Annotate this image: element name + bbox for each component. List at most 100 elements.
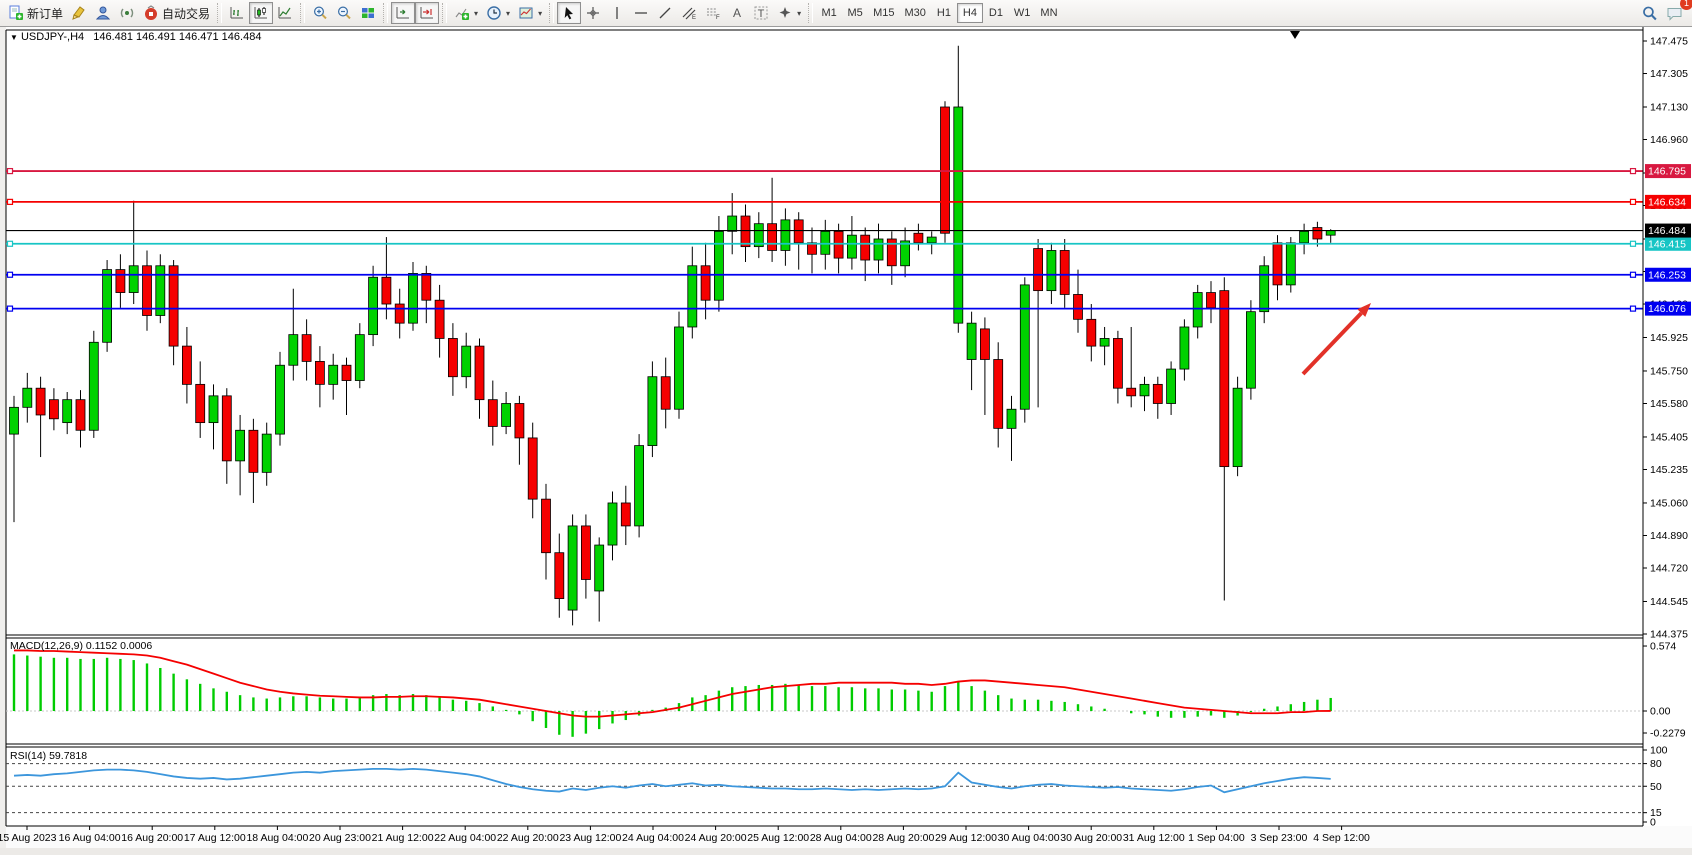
profile-button[interactable] [91, 2, 115, 24]
axis-tick-label: 15 Aug 2023 [0, 832, 57, 844]
candle-body [36, 388, 45, 415]
new-order-button[interactable]: 新订单 [4, 2, 67, 24]
search-button[interactable] [1637, 2, 1662, 24]
axis-tick-label: 100 [1650, 745, 1668, 757]
hline-handle[interactable] [8, 241, 13, 246]
chart-shift-icon [419, 5, 435, 21]
text-button[interactable]: A [725, 2, 749, 24]
axis-tick-label: 22 Aug 20:00 [497, 832, 559, 844]
candle-body [1153, 384, 1162, 403]
arrows-button[interactable]: ▾ [773, 2, 805, 24]
axis-tick-label: 31 Aug 12:00 [1123, 832, 1185, 844]
text-label-button[interactable]: T [749, 2, 773, 24]
chart-type-group [225, 0, 297, 26]
timeframe-h1[interactable]: H1 [931, 3, 957, 23]
price-label-text: 146.415 [1648, 238, 1686, 250]
toolbar-separator [383, 3, 388, 23]
vertical-line-button[interactable] [605, 2, 629, 24]
candlestick-chart-button[interactable] [249, 2, 273, 24]
candle-body [608, 503, 617, 545]
price-label-text: 146.634 [1648, 196, 1686, 208]
candle-body [116, 270, 125, 293]
arrow-objects-icon [777, 5, 793, 21]
timeframe-m1[interactable]: M1 [816, 3, 842, 23]
channel-button[interactable]: E [677, 2, 701, 24]
tile-windows-button[interactable] [356, 2, 380, 24]
svg-text:F: F [716, 15, 720, 21]
zoom-in-button[interactable] [308, 2, 332, 24]
signal-button[interactable] [115, 2, 139, 24]
crosshair-button[interactable] [581, 2, 605, 24]
candle-body [1300, 231, 1309, 242]
candle-body [714, 231, 723, 300]
chart-symbol-period: USDJPY-,H4 [21, 31, 84, 43]
bar-chart-button[interactable] [225, 2, 249, 24]
candle-body [1087, 319, 1096, 346]
line-chart-button[interactable] [273, 2, 297, 24]
timeframe-mn[interactable]: MN [1035, 3, 1062, 23]
hline-handle[interactable] [8, 306, 13, 311]
candle-body [502, 403, 511, 426]
auto-scroll-icon [395, 5, 411, 21]
timeframe-m30[interactable]: M30 [900, 3, 931, 23]
hline-handle[interactable] [1631, 199, 1636, 204]
candle-body [1034, 249, 1043, 291]
candle-body [847, 235, 856, 258]
candle-body [23, 388, 32, 407]
candle-body [1286, 243, 1295, 285]
periods-button[interactable]: ▾ [482, 2, 514, 24]
candle-body [542, 499, 551, 553]
candle-body [1007, 409, 1016, 428]
candle-body [395, 304, 404, 323]
timeframe-h4[interactable]: H4 [957, 3, 983, 23]
trendline-button[interactable] [653, 2, 677, 24]
candle-body [967, 323, 976, 359]
timeframe-w1[interactable]: W1 [1009, 3, 1036, 23]
auto-scroll-button[interactable] [391, 2, 415, 24]
chart-shift-button[interactable] [415, 2, 439, 24]
candle-body [342, 365, 351, 380]
hline-handle[interactable] [1631, 169, 1636, 174]
hline-handle[interactable] [8, 272, 13, 277]
candle-body [103, 270, 112, 343]
hline-handle[interactable] [1631, 306, 1636, 311]
hline-handle[interactable] [8, 169, 13, 174]
auto-trading-button[interactable]: 自动交易 [139, 2, 214, 24]
candle-body [980, 329, 989, 360]
candle-body [1273, 243, 1282, 285]
candle-body [781, 220, 790, 251]
timeframe-m5[interactable]: M5 [842, 3, 868, 23]
duster-button[interactable] [67, 2, 91, 24]
templates-button[interactable]: ▾ [514, 2, 546, 24]
zoom-out-button[interactable] [332, 2, 356, 24]
hline-handle[interactable] [1631, 241, 1636, 246]
chart-canvas[interactable]: 147.475147.305147.130146.960146.785146.6… [0, 0, 1692, 855]
candle-body [89, 342, 98, 430]
chat-widget[interactable]: 1 [1662, 2, 1688, 24]
axis-tick-label: 80 [1650, 758, 1662, 770]
signal-icon [119, 5, 135, 21]
hline-handle[interactable] [8, 199, 13, 204]
new-order-icon [8, 5, 24, 21]
cursor-button[interactable] [557, 2, 581, 24]
candle-body [1220, 291, 1229, 467]
timeframe-d1[interactable]: D1 [983, 3, 1009, 23]
timeframe-m15[interactable]: M15 [868, 3, 899, 23]
chart-title[interactable]: ▼ USDJPY-,H4 146.481 146.491 146.471 146… [10, 31, 261, 43]
hline-handle[interactable] [1631, 272, 1636, 277]
indicators-button[interactable]: ▾ [450, 2, 482, 24]
fibonacci-button[interactable]: F [701, 2, 725, 24]
axis-tick-label: 145.580 [1650, 398, 1688, 410]
axis-tick-label: -0.2279 [1650, 728, 1686, 740]
candle-body [289, 335, 298, 366]
candle-body [675, 327, 684, 409]
symbol-dropdown-icon[interactable]: ▼ [10, 33, 18, 42]
candle-body [728, 216, 737, 231]
candle-body [302, 335, 311, 362]
chevron-down-icon: ▾ [506, 9, 510, 18]
cursor-icon [561, 5, 577, 21]
candle-body [874, 239, 883, 260]
horizontal-line-button[interactable] [629, 2, 653, 24]
candle-body [914, 233, 923, 243]
text-icon: A [729, 5, 745, 21]
